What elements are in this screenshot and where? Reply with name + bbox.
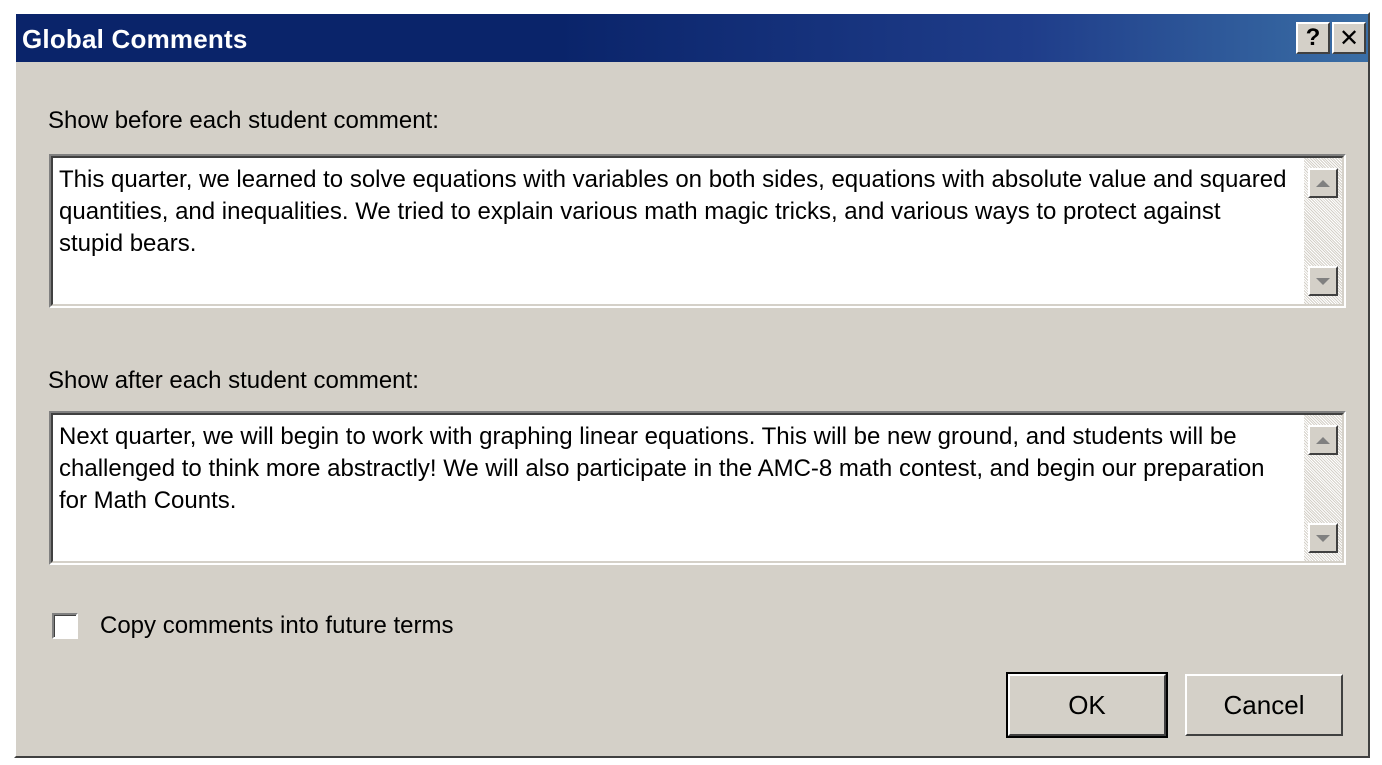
before-comment-label: Show before each student comment: xyxy=(48,107,439,134)
copy-comments-option[interactable]: Copy comments into future terms xyxy=(52,611,453,641)
after-comment-label: Show after each student comment: xyxy=(48,367,419,394)
after-comment-textarea[interactable]: Next quarter, we will begin to work with… xyxy=(49,411,1346,565)
before-comment-text[interactable]: This quarter, we learned to solve equati… xyxy=(59,164,1287,260)
before-comment-scrollbar[interactable] xyxy=(1304,158,1342,304)
arrow-up-icon xyxy=(1316,179,1330,187)
after-scroll-down-button[interactable] xyxy=(1308,523,1338,553)
ok-button-label: OK xyxy=(1068,689,1106,720)
arrow-down-icon xyxy=(1316,534,1330,542)
cancel-button-label: Cancel xyxy=(1223,689,1305,720)
before-comment-textarea[interactable]: This quarter, we learned to solve equati… xyxy=(49,154,1346,308)
close-button[interactable]: ✕ xyxy=(1332,22,1366,54)
ok-button[interactable]: OK xyxy=(1006,672,1168,738)
before-comment-inner-border: This quarter, we learned to solve equati… xyxy=(51,156,1344,306)
arrow-down-icon xyxy=(1316,277,1330,285)
arrow-up-icon xyxy=(1316,436,1330,444)
after-comment-scrollbar[interactable] xyxy=(1304,415,1342,561)
after-comment-inner-border: Next quarter, we will begin to work with… xyxy=(51,413,1344,563)
cancel-button[interactable]: Cancel xyxy=(1185,674,1343,736)
before-scroll-down-button[interactable] xyxy=(1308,266,1338,296)
after-comment-text[interactable]: Next quarter, we will begin to work with… xyxy=(59,421,1287,517)
dialog-title: Global Comments xyxy=(22,24,248,54)
global-comments-dialog: Global Comments ? ✕ Show before each stu… xyxy=(14,12,1370,758)
close-icon: ✕ xyxy=(1338,24,1360,52)
copy-comments-label[interactable]: Copy comments into future terms xyxy=(100,612,453,640)
after-scroll-up-button[interactable] xyxy=(1308,425,1338,455)
copy-comments-checkbox[interactable] xyxy=(52,613,78,639)
help-button[interactable]: ? xyxy=(1296,22,1330,54)
before-scroll-up-button[interactable] xyxy=(1308,168,1338,198)
help-icon: ? xyxy=(1305,24,1321,51)
title-bar[interactable]: Global Comments ? ✕ xyxy=(16,14,1368,62)
